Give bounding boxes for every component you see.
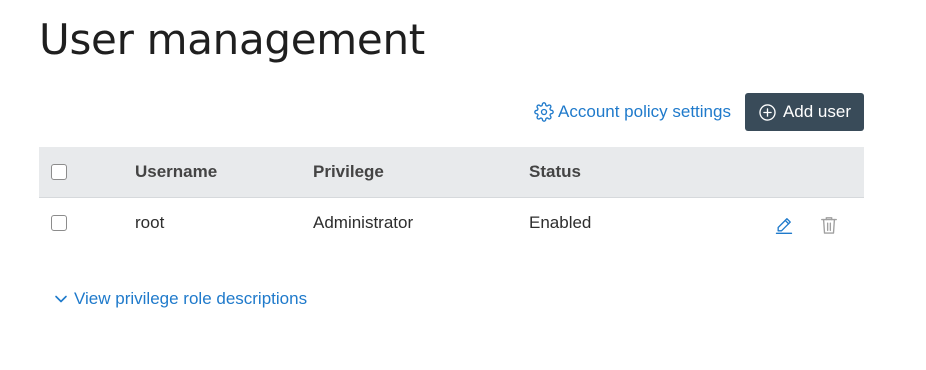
column-header-actions bbox=[749, 170, 864, 174]
view-privilege-roles-label: View privilege role descriptions bbox=[74, 289, 308, 308]
table-header: Username Privilege Status bbox=[39, 147, 864, 198]
row-status: Enabled bbox=[529, 213, 592, 232]
user-management-page: User management Account policy settings … bbox=[0, 0, 926, 370]
page-title: User management bbox=[39, 15, 425, 64]
users-table: Username Privilege Status root Administr… bbox=[39, 147, 864, 248]
account-policy-settings-button[interactable]: Account policy settings bbox=[534, 102, 731, 122]
row-select-checkbox[interactable] bbox=[51, 215, 67, 231]
column-header-privilege[interactable]: Privilege bbox=[313, 162, 529, 182]
delete-user-button[interactable] bbox=[820, 215, 838, 235]
add-user-button[interactable]: Add user bbox=[744, 93, 864, 131]
gear-icon bbox=[534, 102, 554, 122]
column-header-status[interactable]: Status bbox=[529, 162, 749, 182]
plus-circle-icon bbox=[758, 103, 777, 122]
account-policy-settings-label: Account policy settings bbox=[558, 102, 731, 121]
trash-icon bbox=[820, 215, 838, 235]
table-row: root Administrator Enabled bbox=[39, 198, 864, 248]
select-all-checkbox[interactable] bbox=[51, 164, 67, 180]
row-username: root bbox=[135, 213, 165, 232]
row-privilege: Administrator bbox=[313, 213, 414, 232]
edit-user-button[interactable] bbox=[774, 215, 794, 235]
chevron-down-icon bbox=[54, 292, 68, 306]
row-select-cell bbox=[39, 215, 135, 231]
column-header-username[interactable]: Username bbox=[135, 162, 313, 182]
select-all-cell bbox=[39, 164, 135, 180]
view-privilege-roles-toggle[interactable]: View privilege role descriptions bbox=[54, 289, 307, 309]
add-user-label: Add user bbox=[782, 102, 851, 121]
row-actions bbox=[749, 211, 864, 235]
edit-icon bbox=[774, 215, 794, 235]
toolbar: Account policy settings Add user bbox=[534, 93, 864, 131]
